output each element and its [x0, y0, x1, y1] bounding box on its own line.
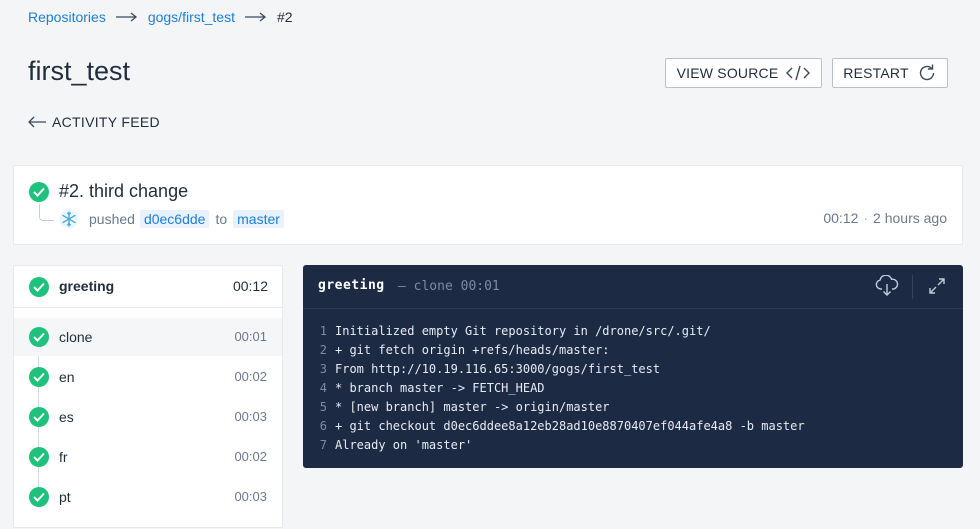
log-line: 6 + git checkout d0ec6ddee8a12eb28ad10e88… — [303, 417, 963, 436]
line-text: Initialized empty Git repository in /dro… — [335, 324, 711, 338]
step-en[interactable]: en 00:02 — [14, 358, 282, 396]
breadcrumb-repo[interactable]: gogs/first_test — [148, 9, 235, 25]
header-divider — [912, 275, 913, 299]
stage-header[interactable]: greeting 00:12 — [14, 266, 282, 308]
code-icon — [786, 65, 811, 81]
build-meta: pushed d0ec6dde to master — [89, 210, 290, 228]
log-line: 3 From http://10.19.116.65:3000/gogs/firs… — [303, 360, 963, 379]
log-line: 4 * branch master -> FETCH_HEAD — [303, 379, 963, 398]
log-step-info: — clone 00:01 — [398, 279, 500, 294]
stage-name: greeting — [59, 278, 115, 294]
snowflake-avatar-icon — [59, 209, 79, 229]
check-circle-icon — [29, 327, 49, 347]
log-separator: — — [398, 279, 406, 294]
line-text: Already on 'master' — [335, 438, 473, 452]
tree-connector — [39, 204, 54, 221]
expand-icon[interactable] — [928, 277, 946, 300]
step-clone[interactable]: clone 00:01 — [14, 318, 282, 356]
build-timing: 00:12 · 2 hours ago — [823, 210, 947, 226]
log-header: greeting — clone 00:01 — [303, 265, 963, 309]
step-duration: 00:01 — [234, 329, 267, 344]
log-line: 5 * [new branch] master -> origin/master — [303, 398, 963, 417]
stage-duration: 00:12 — [232, 278, 268, 294]
step-es[interactable]: es 00:03 — [14, 398, 282, 436]
check-circle-icon — [29, 487, 49, 507]
download-cloud-icon[interactable] — [875, 274, 899, 302]
commit-sha[interactable]: d0ec6dde — [139, 210, 210, 228]
step-duration: 00:02 — [234, 369, 267, 384]
log-line: 7 Already on 'master' — [303, 436, 963, 455]
breadcrumb: Repositories gogs/first_test #2 — [28, 7, 293, 27]
build-ago: 2 hours ago — [873, 210, 947, 226]
branch-name[interactable]: master — [233, 210, 284, 228]
step-duration: 00:03 — [234, 489, 267, 504]
line-text: * [new branch] master -> origin/master — [335, 400, 610, 414]
arrow-left-icon — [28, 116, 46, 128]
step-duration: 00:02 — [234, 449, 267, 464]
breadcrumb-build: #2 — [276, 9, 293, 25]
log-line: 2 + git fetch origin +refs/heads/master: — [303, 341, 963, 360]
step-name: pt — [59, 489, 71, 505]
line-number: 1 — [319, 324, 327, 338]
log-line: 1 Initialized empty Git repository in /dr… — [303, 322, 963, 341]
line-number: 5 — [319, 400, 327, 414]
line-text: + git checkout d0ec6ddee8a12eb28ad10e887… — [335, 419, 805, 433]
view-source-label: VIEW SOURCE — [676, 65, 779, 81]
step-name: en — [59, 369, 75, 385]
check-circle-icon — [29, 407, 49, 427]
separator-dot: · — [863, 210, 869, 226]
line-number: 3 — [319, 362, 327, 376]
restart-label: RESTART — [843, 65, 909, 81]
log-lines: 1 Initialized empty Git repository in /dr… — [303, 322, 963, 455]
log-step-duration: 00:01 — [460, 279, 500, 294]
build-duration: 00:12 — [823, 210, 859, 226]
build-card: #2. third change pushed d0ec6dde to mast… — [13, 165, 963, 245]
page-title: first_test — [28, 56, 131, 86]
line-number: 7 — [319, 438, 327, 452]
arrow-right-icon — [244, 12, 267, 22]
refresh-icon — [917, 63, 937, 83]
step-name: es — [59, 409, 74, 425]
step-pt[interactable]: pt 00:03 — [14, 478, 282, 516]
build-to: to — [215, 211, 228, 227]
step-fr[interactable]: fr 00:02 — [14, 438, 282, 476]
breadcrumb-repositories[interactable]: Repositories — [28, 9, 106, 25]
line-text: * branch master -> FETCH_HEAD — [335, 381, 545, 395]
line-number: 4 — [319, 381, 327, 395]
activity-feed-label: ACTIVITY FEED — [52, 114, 160, 130]
check-circle-icon — [29, 367, 49, 387]
check-circle-icon — [29, 182, 49, 202]
line-text: From http://10.19.116.65:3000/gogs/first… — [335, 362, 661, 376]
line-number: 2 — [319, 343, 327, 357]
line-text: + git fetch origin +refs/heads/master: — [335, 343, 610, 357]
step-name: fr — [59, 449, 68, 465]
build-action: pushed — [89, 211, 135, 227]
arrow-right-icon — [115, 12, 138, 22]
stage-panel: greeting 00:12 clone 00:01 en 00:02 es 0… — [13, 265, 283, 528]
check-circle-icon — [29, 447, 49, 467]
line-number: 6 — [319, 419, 327, 433]
log-panel: greeting — clone 00:01 1 Initialized empt… — [303, 265, 963, 468]
activity-feed-link[interactable]: ACTIVITY FEED — [28, 114, 160, 130]
restart-button[interactable]: RESTART — [832, 58, 948, 88]
log-step-name: clone — [413, 279, 453, 294]
step-duration: 00:03 — [234, 409, 267, 424]
build-title: #2. third change — [59, 181, 189, 201]
check-circle-icon — [29, 277, 49, 297]
step-name: clone — [59, 329, 93, 345]
log-stage-name: greeting — [318, 278, 385, 293]
build-page: Repositories gogs/first_test #2 first_te… — [0, 0, 980, 529]
view-source-button[interactable]: VIEW SOURCE — [665, 58, 822, 88]
